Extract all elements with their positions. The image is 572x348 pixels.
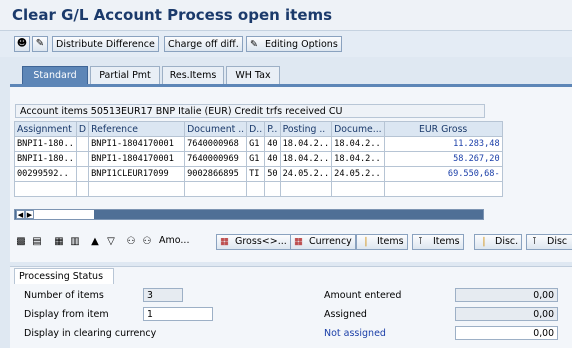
disc-button[interactable]: ❘ Disc.: [474, 234, 523, 250]
gross-label: Gross<>...: [235, 236, 287, 247]
document-cell[interactable]: 7640000968: [184, 136, 248, 152]
deactivate-icon[interactable]: ▥: [68, 235, 82, 249]
document-date-cell[interactable]: 18.04.2..: [331, 151, 385, 167]
funnel-icon: ⊺: [418, 236, 423, 247]
display-from-item-label: Display from item: [24, 309, 109, 320]
sort-ascending-icon[interactable]: ▲: [88, 235, 102, 249]
not-assigned-label: Not assigned: [324, 328, 386, 339]
tab-partial-pmt[interactable]: Partial Pmt: [90, 66, 160, 84]
document-cell[interactable]: 7640000969: [184, 151, 248, 167]
window-title: Clear G/L Account Process open items: [12, 6, 333, 24]
reference-cell[interactable]: BNPI1-1804170001: [88, 151, 186, 167]
marker-icon: ❘: [480, 236, 488, 247]
document-date-cell[interactable]: 18.04.2..: [331, 136, 385, 152]
column-header[interactable]: Document ..: [184, 121, 248, 137]
deselect-icon[interactable]: ▤: [30, 235, 44, 249]
activate-icon[interactable]: ▦: [52, 235, 66, 249]
posting-date-cell[interactable]: 24.05.2..: [279, 166, 333, 182]
assignment-cell[interactable]: 00299592..: [14, 166, 77, 182]
items-select-button[interactable]: ❘ Items: [356, 234, 408, 250]
person-icon[interactable]: ☻: [14, 36, 30, 52]
table-header-row: Assignment D Reference Document .. D.. P…: [14, 121, 503, 137]
reference-cell[interactable]: BNPI1-1804170001: [88, 136, 186, 152]
column-header[interactable]: D: [75, 121, 90, 137]
column-header[interactable]: Posting ..: [279, 121, 333, 137]
pencil-icon: ✎: [250, 39, 258, 50]
assigned-field: 0,00: [455, 307, 558, 321]
number-of-items-field: 3: [143, 288, 183, 302]
amount-entered-label: Amount entered: [324, 290, 402, 301]
items-deselect-button[interactable]: ⊺ Items: [412, 234, 464, 250]
column-header[interactable]: Assignment: [14, 121, 77, 137]
charge-off-diff-button[interactable]: Charge off diff.: [164, 36, 243, 52]
posting-date-cell[interactable]: 18.04.2..: [279, 151, 333, 167]
d-cell[interactable]: [75, 166, 90, 182]
column-header[interactable]: D..: [246, 121, 266, 137]
items-label: Items: [433, 236, 460, 247]
disc-deselect-button[interactable]: ⊺ Disc: [526, 234, 572, 250]
column-header[interactable]: Docume...: [331, 121, 385, 137]
amount-button[interactable]: Amo...: [156, 234, 204, 250]
tab-wh-tax[interactable]: WH Tax: [226, 66, 280, 84]
column-header[interactable]: P..: [264, 121, 281, 137]
eur-gross-cell[interactable]: 69.550,68-: [383, 166, 503, 182]
assignment-cell[interactable]: BNPI1-180..: [14, 136, 77, 152]
column-header[interactable]: EUR Gross: [383, 121, 503, 137]
eur-gross-cell[interactable]: 58.267,20: [383, 151, 503, 167]
doc-type-cell[interactable]: G1: [246, 151, 266, 167]
posting-key-cell[interactable]: 40: [264, 151, 281, 167]
number-of-items-label: Number of items: [24, 290, 104, 301]
edit-icon[interactable]: ✎: [32, 36, 48, 52]
currency-button[interactable]: ▦ Currency: [290, 234, 356, 250]
disc-label: Disc.: [495, 236, 519, 247]
assigned-label: Assigned: [324, 309, 367, 320]
find-next-icon[interactable]: ⚇: [140, 235, 154, 249]
display-from-item-input[interactable]: 1: [143, 307, 213, 321]
d-cell[interactable]: [75, 151, 90, 167]
find-icon[interactable]: ⚇: [124, 235, 138, 249]
select-all-icon[interactable]: ▩: [14, 235, 28, 249]
document-cell[interactable]: 9002866895: [184, 166, 248, 182]
tab-standard[interactable]: Standard: [22, 66, 88, 84]
column-header[interactable]: Reference: [88, 121, 186, 137]
table-row[interactable]: 00299592.. BNPI1CLEUR17099 9002866895 TI…: [14, 166, 503, 182]
table-icon: ▦: [220, 236, 229, 247]
scroll-left-icon[interactable]: ◀: [16, 210, 25, 219]
distribute-difference-button[interactable]: Distribute Difference: [52, 36, 159, 52]
table-caption: Account items 50513EUR17 BNP Italie (EUR…: [15, 104, 485, 118]
tab-res-items[interactable]: Res.Items: [162, 66, 224, 84]
table-row[interactable]: BNPI1-180.. BNPI1-1804170001 7640000968 …: [14, 136, 503, 152]
table-row[interactable]: BNPI1-180.. BNPI1-1804170001 7640000969 …: [14, 151, 503, 167]
editing-options-label: Editing Options: [265, 39, 338, 50]
document-date-cell[interactable]: 24.05.2..: [331, 166, 385, 182]
reference-cell[interactable]: BNPI1CLEUR17099: [88, 166, 186, 182]
doc-type-cell[interactable]: G1: [246, 136, 266, 152]
posting-key-cell[interactable]: 40: [264, 136, 281, 152]
scrollbar-thumb[interactable]: [34, 210, 94, 219]
not-assigned-field[interactable]: 0,00: [455, 326, 558, 340]
eur-gross-cell[interactable]: 11.283,48: [383, 136, 503, 152]
items-label: Items: [377, 236, 404, 247]
doc-type-cell[interactable]: TI: [246, 166, 266, 182]
filter-icon[interactable]: ▽: [104, 235, 118, 249]
marker-icon: ❘: [362, 236, 370, 247]
editing-options-button[interactable]: ✎ Editing Options: [246, 36, 342, 52]
scroll-right-icon[interactable]: ▶: [25, 210, 34, 219]
processing-status-caption: Processing Status: [14, 268, 115, 284]
gross-button[interactable]: ▦ Gross<>...: [216, 234, 291, 250]
display-clearing-currency-label: Display in clearing currency: [24, 328, 157, 339]
posting-key-cell[interactable]: 50: [264, 166, 281, 182]
amount-entered-field: 0,00: [455, 288, 558, 302]
open-items-table: Assignment D Reference Document .. D.. P…: [14, 121, 503, 197]
currency-label: Currency: [309, 236, 352, 247]
funnel-icon: ⊺: [532, 236, 537, 247]
table-empty-row: [14, 181, 503, 197]
assignment-cell[interactable]: BNPI1-180..: [14, 151, 77, 167]
d-cell[interactable]: [75, 136, 90, 152]
disc-label: Disc: [547, 236, 568, 247]
posting-date-cell[interactable]: 18.04.2..: [279, 136, 333, 152]
table-icon: ▦: [294, 236, 303, 247]
